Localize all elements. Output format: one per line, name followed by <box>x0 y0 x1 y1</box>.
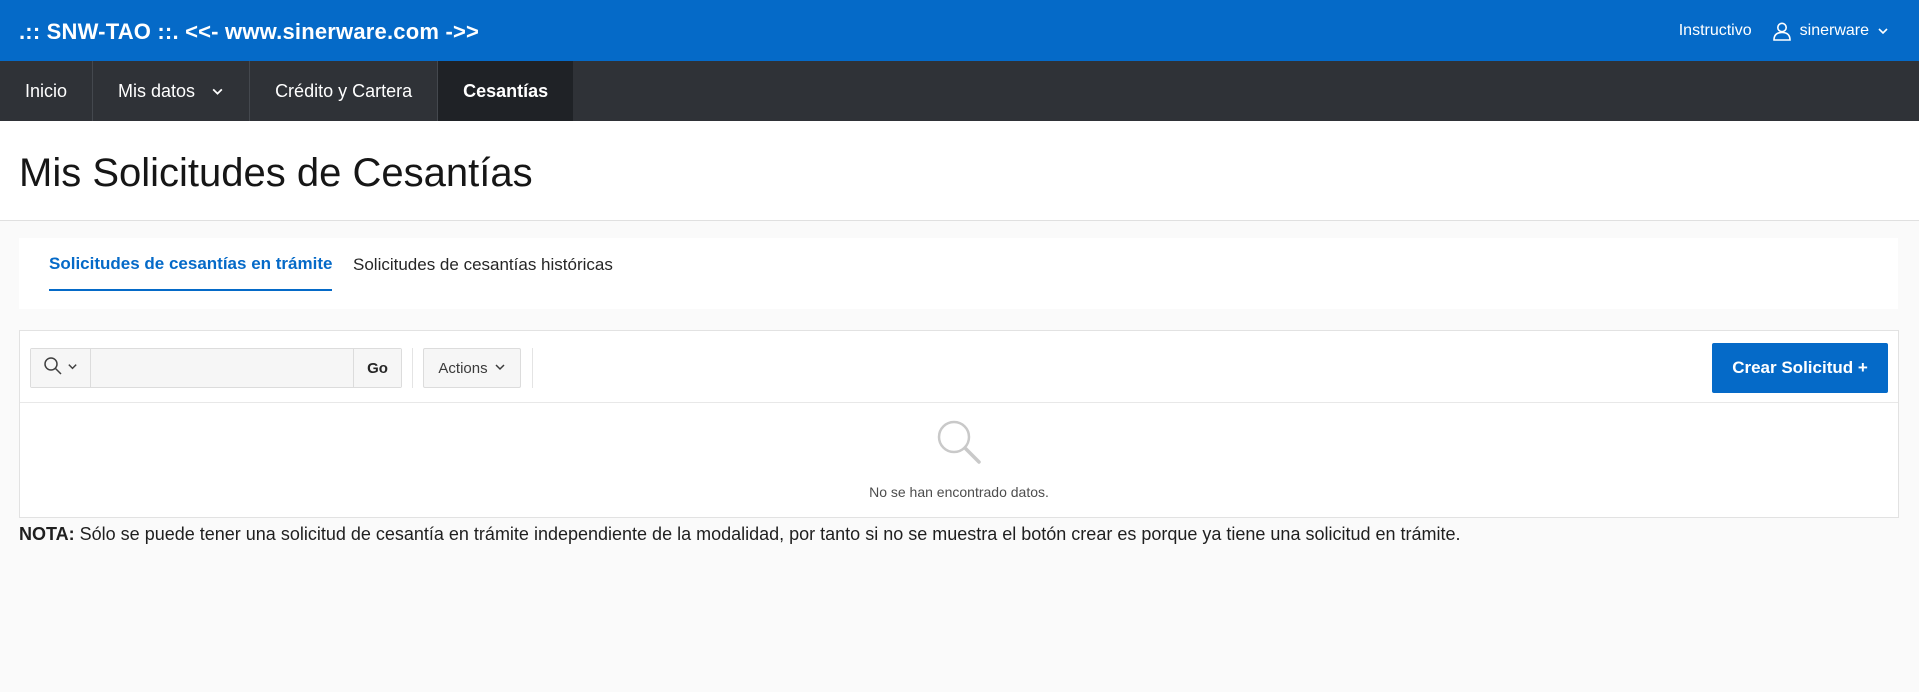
nav-item-inicio[interactable]: Inicio <box>0 61 94 121</box>
search-column-button[interactable] <box>31 349 91 387</box>
chevron-down-icon <box>67 359 78 377</box>
search-group: Go <box>30 348 402 388</box>
no-data-panel: No se han encontrado datos. <box>20 403 1898 517</box>
nav-item-cesantias[interactable]: Cesantías <box>438 61 574 121</box>
app-title[interactable]: .:: SNW-TAO ::. <<- www.sinerware.com ->… <box>19 19 479 45</box>
nav-item-label: Crédito y Cartera <box>275 80 413 101</box>
search-input[interactable] <box>91 349 353 387</box>
note-label: NOTA: <box>19 524 75 544</box>
note-text: NOTA: Sólo se puede tener una solicitud … <box>19 524 1461 545</box>
actions-menu-button[interactable]: Actions <box>423 348 521 388</box>
nav-item-mis-datos[interactable]: Mis datos <box>93 61 251 121</box>
nav-item-label: Inicio <box>25 80 68 101</box>
header-actions: Instructivo sinerware <box>1679 0 1889 61</box>
nav-item-label: Cesantías <box>463 80 549 101</box>
user-menu[interactable]: sinerware <box>1772 21 1889 41</box>
go-button[interactable]: Go <box>353 349 401 387</box>
tab-en-tramite[interactable]: Solicitudes de cesantías en trámite <box>49 238 333 291</box>
search-icon <box>936 419 982 470</box>
actions-label: Actions <box>438 359 488 377</box>
toolbar-divider <box>412 348 413 388</box>
crear-solicitud-button[interactable]: Crear Solicitud + <box>1712 343 1888 393</box>
toolbar-divider <box>532 348 533 388</box>
nav-item-credito-cartera[interactable]: Crédito y Cartera <box>250 61 439 121</box>
nav-item-label: Mis datos <box>118 80 196 101</box>
instructivo-link[interactable]: Instructivo <box>1679 22 1752 40</box>
tab-historicas[interactable]: Solicitudes de cesantías históricas <box>353 238 613 291</box>
user-icon <box>1772 21 1792 41</box>
search-icon <box>43 356 63 381</box>
chevron-down-icon <box>494 360 506 377</box>
title-region: Mis Solicitudes de Cesantías <box>0 121 1919 221</box>
report-region: Go Actions Crear Solicitud + No se han e… <box>19 330 1899 518</box>
chevron-down-icon <box>211 85 224 98</box>
note-body: Sólo se puede tener una solicitud de ces… <box>74 524 1461 544</box>
page-title: Mis Solicitudes de Cesantías <box>19 151 533 195</box>
main-nav: Inicio Mis datos Crédito y Cartera Cesan… <box>0 61 1919 121</box>
report-toolbar: Go Actions Crear Solicitud + <box>20 331 1898 403</box>
chevron-down-icon <box>1877 25 1889 37</box>
user-name: sinerware <box>1799 21 1869 39</box>
no-data-message: No se han encontrado datos. <box>869 484 1049 500</box>
tabs-region: Solicitudes de cesantías en trámite Soli… <box>19 238 1898 309</box>
top-header: .:: SNW-TAO ::. <<- www.sinerware.com ->… <box>0 0 1919 61</box>
